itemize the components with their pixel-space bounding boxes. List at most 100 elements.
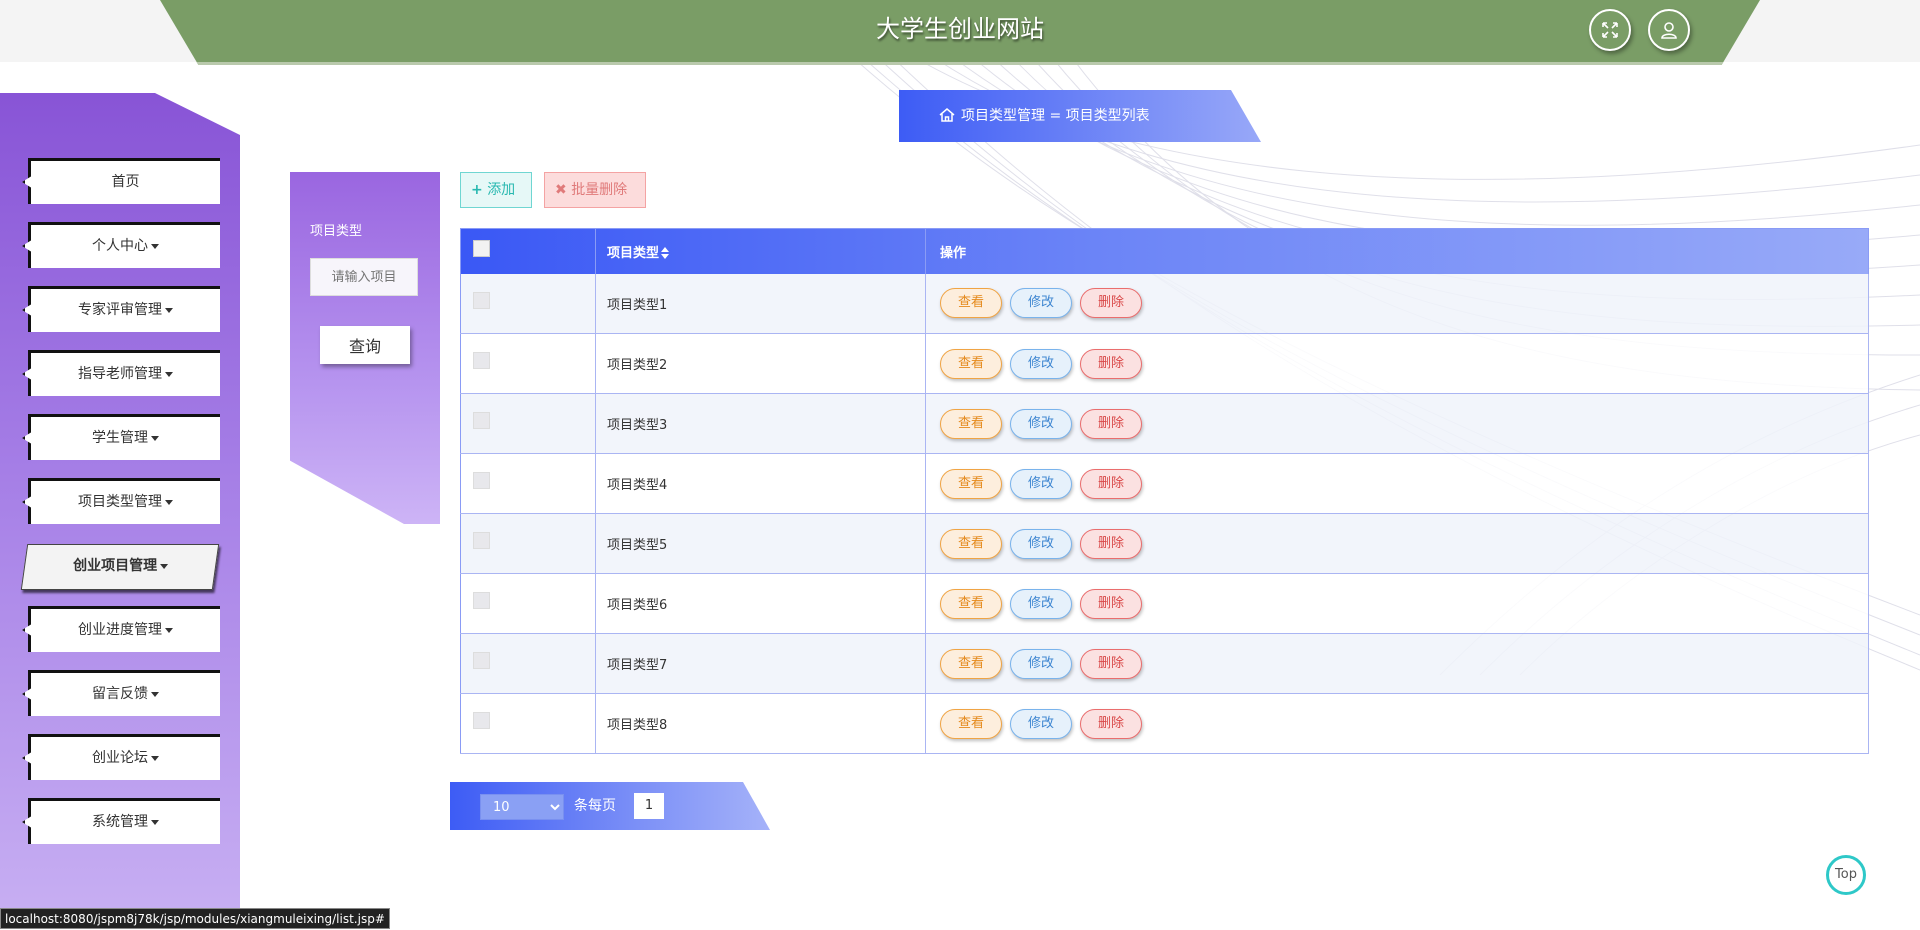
row-checkbox[interactable]	[473, 472, 490, 489]
sidebar-item-forum[interactable]: 创业论坛	[28, 734, 220, 780]
actions-cell: 查看 修改 删除	[925, 393, 1869, 454]
batch-delete-button[interactable]: ✖ 批量删除	[544, 172, 646, 208]
expand-icon	[1602, 22, 1618, 38]
sidebar-item-progress[interactable]: 创业进度管理	[28, 606, 220, 652]
plus-icon: +	[471, 182, 483, 198]
project-type-cell: 项目类型7	[595, 633, 926, 694]
sort-icon	[661, 247, 670, 260]
row-check-cell	[460, 513, 596, 574]
home-icon	[939, 108, 955, 122]
table-row: 项目类型1 查看 修改 删除	[460, 273, 1869, 334]
sidebar-item-student[interactable]: 学生管理	[28, 414, 220, 460]
sidebar-item-project-type[interactable]: 项目类型管理	[28, 478, 220, 524]
actions-cell: 查看 修改 删除	[925, 693, 1869, 754]
sidebar-item-startup-project[interactable]: 创业项目管理	[20, 544, 220, 590]
column-header-actions: 操作	[925, 228, 1869, 274]
close-icon: ✖	[555, 182, 567, 198]
edit-button[interactable]: 修改	[1010, 588, 1072, 619]
project-type-cell: 项目类型6	[595, 573, 926, 634]
top-bar: 大学生创业网站	[0, 0, 1920, 65]
view-button[interactable]: 查看	[940, 708, 1002, 739]
page-number-button[interactable]: 1	[634, 793, 664, 819]
sidebar-item-system[interactable]: 系统管理	[28, 798, 220, 844]
row-check-cell	[460, 393, 596, 454]
delete-button[interactable]: 删除	[1080, 288, 1142, 319]
search-input[interactable]	[310, 258, 418, 296]
row-checkbox[interactable]	[473, 352, 490, 369]
sidebar-item-label: 项目类型管理	[78, 494, 162, 510]
sidebar-item-advisor[interactable]: 指导老师管理	[28, 350, 220, 396]
view-button[interactable]: 查看	[940, 408, 1002, 439]
row-check-cell	[460, 633, 596, 694]
view-button[interactable]: 查看	[940, 528, 1002, 559]
delete-button[interactable]: 删除	[1080, 528, 1142, 559]
sidebar-item-label: 系统管理	[92, 814, 148, 830]
edit-button[interactable]: 修改	[1010, 468, 1072, 499]
edit-button[interactable]: 修改	[1010, 348, 1072, 379]
status-url: localhost:8080/jspm8j78k/jsp/modules/xia…	[0, 908, 390, 929]
data-table: 项目类型 操作 项目类型1 查看 修改 删除 项目类型2 查看 修改 删除 项目类型3 查看修…	[460, 228, 1869, 754]
edit-button[interactable]: 修改	[1010, 648, 1072, 679]
per-page-label: 条每页	[574, 798, 616, 814]
view-button[interactable]: 查看	[940, 288, 1002, 319]
actions-cell: 查看 修改 删除	[925, 573, 1869, 634]
row-check-cell	[460, 273, 596, 334]
user-button[interactable]	[1648, 9, 1690, 51]
caret-down-icon	[151, 435, 159, 441]
caret-down-icon	[151, 243, 159, 249]
sidebar-item-label: 首页	[111, 174, 140, 190]
view-button[interactable]: 查看	[940, 468, 1002, 499]
search-label: 项目类型	[310, 224, 363, 239]
sidebar-item-label: 指导老师管理	[78, 366, 162, 382]
delete-button[interactable]: 删除	[1080, 648, 1142, 679]
user-icon	[1661, 22, 1677, 39]
caret-down-icon	[165, 627, 173, 633]
select-all-checkbox[interactable]	[473, 239, 490, 257]
fullscreen-button[interactable]	[1589, 9, 1631, 51]
select-all-cell	[460, 228, 596, 274]
table-row: 项目类型3 查看 修改 删除	[460, 393, 1869, 454]
project-type-cell: 项目类型5	[595, 513, 926, 574]
caret-down-icon	[165, 499, 173, 505]
edit-button[interactable]: 修改	[1010, 288, 1072, 319]
delete-button[interactable]: 删除	[1080, 588, 1142, 619]
row-check-cell	[460, 693, 596, 754]
row-checkbox[interactable]	[473, 412, 490, 429]
column-header-project-type[interactable]: 项目类型	[595, 228, 926, 274]
row-checkbox[interactable]	[473, 291, 490, 309]
add-button-label: 添加	[487, 182, 516, 198]
table-header-row: 项目类型 操作	[460, 228, 1869, 274]
sidebar-item-label: 学生管理	[92, 430, 148, 446]
caret-down-icon	[165, 307, 173, 313]
sidebar-item-personal-center[interactable]: 个人中心	[28, 222, 220, 268]
row-checkbox[interactable]	[473, 712, 490, 729]
sidebar-item-expert-review[interactable]: 专家评审管理	[28, 286, 220, 332]
view-button[interactable]: 查看	[940, 348, 1002, 379]
site-title: 大学生创业网站	[876, 15, 1044, 43]
caret-down-icon	[159, 563, 168, 569]
back-to-top-button[interactable]: Top	[1826, 855, 1866, 895]
edit-button[interactable]: 修改	[1010, 528, 1072, 559]
view-button[interactable]: 查看	[940, 648, 1002, 679]
actions-cell: 查看 修改 删除	[925, 333, 1869, 394]
sidebar-item-home[interactable]: 首页	[28, 158, 220, 204]
view-button[interactable]: 查看	[940, 588, 1002, 619]
actions-cell: 查看 修改 删除	[925, 513, 1869, 574]
row-checkbox[interactable]	[473, 592, 490, 609]
row-checkbox[interactable]	[473, 532, 490, 549]
sidebar-item-feedback[interactable]: 留言反馈	[28, 670, 220, 716]
edit-button[interactable]: 修改	[1010, 708, 1072, 739]
actions-cell: 查看 修改 删除	[925, 273, 1869, 334]
table-row: 项目类型6 查看 修改 删除	[460, 573, 1869, 634]
delete-button[interactable]: 删除	[1080, 468, 1142, 499]
delete-button[interactable]: 删除	[1080, 348, 1142, 379]
page-size-select[interactable]: 10	[480, 794, 564, 820]
search-button[interactable]: 查询	[320, 326, 410, 364]
delete-button[interactable]: 删除	[1080, 708, 1142, 739]
row-checkbox[interactable]	[473, 652, 490, 669]
column-header-label: 项目类型	[607, 245, 660, 261]
search-panel: 项目类型 查询	[290, 172, 440, 524]
delete-button[interactable]: 删除	[1080, 408, 1142, 439]
edit-button[interactable]: 修改	[1010, 408, 1072, 439]
add-button[interactable]: + 添加	[460, 172, 532, 208]
